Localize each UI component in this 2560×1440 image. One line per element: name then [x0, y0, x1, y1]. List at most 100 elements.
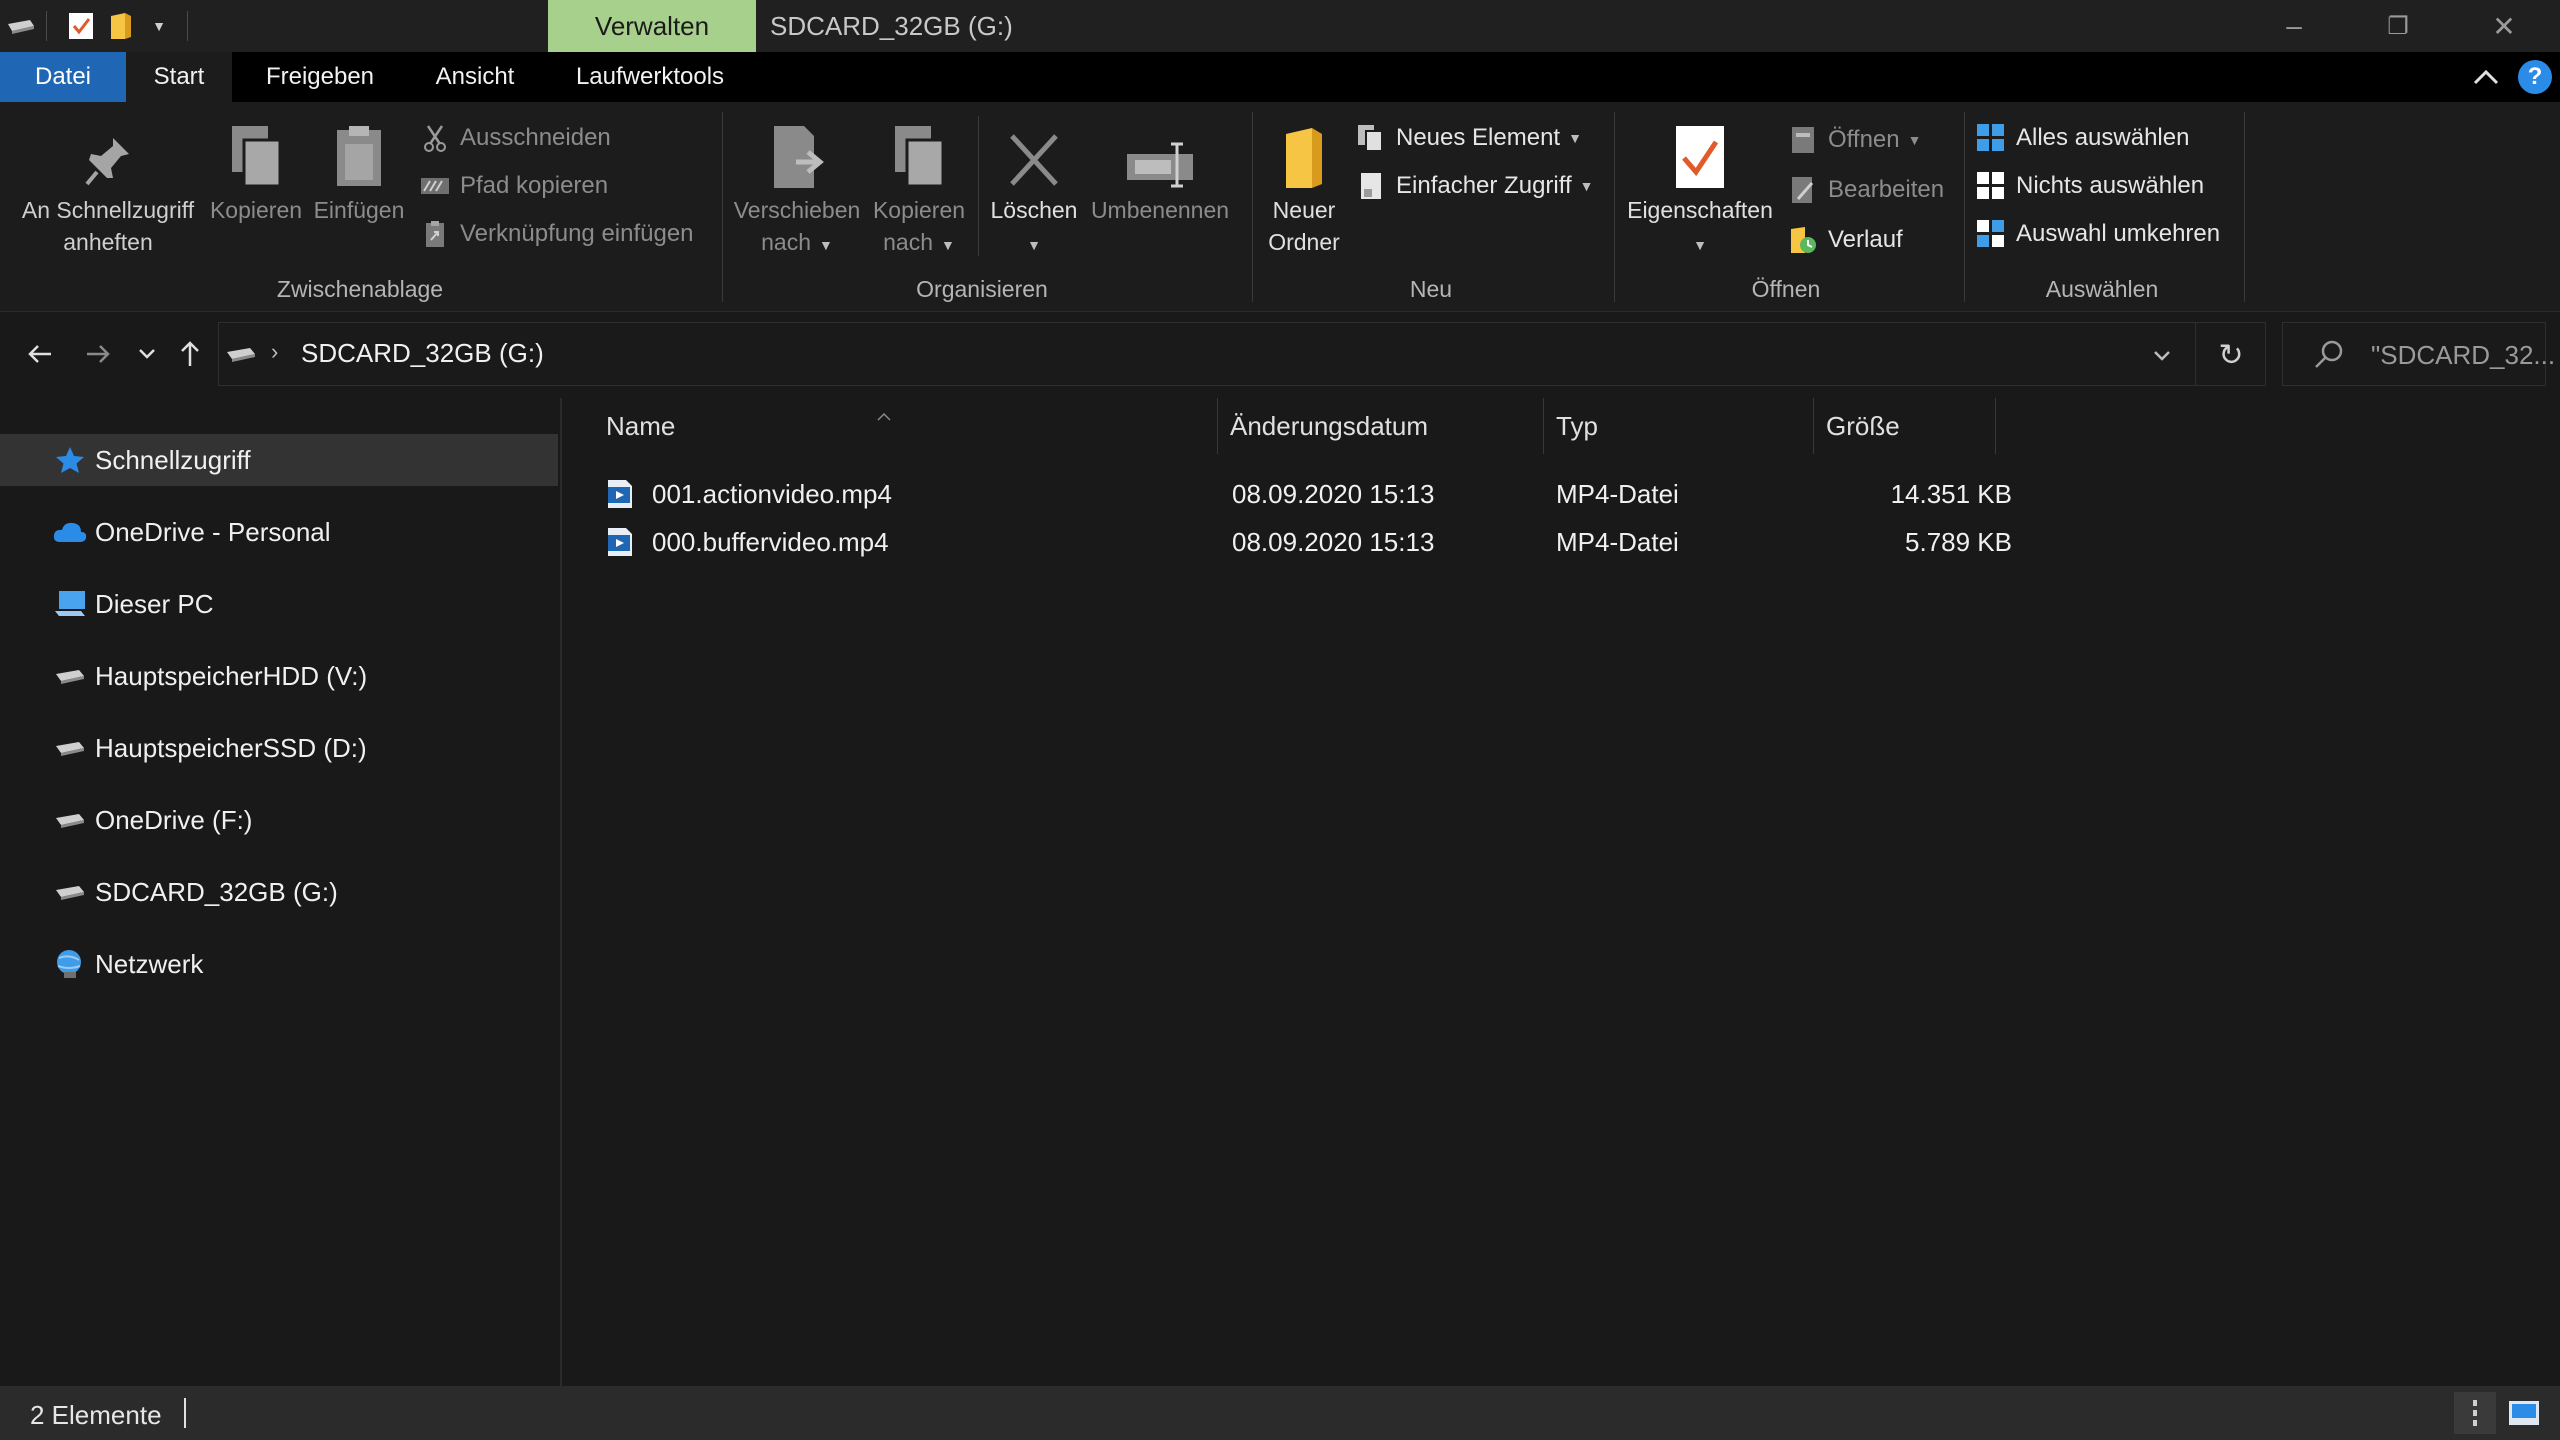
- refresh-icon[interactable]: ↻: [2213, 337, 2249, 373]
- customize-toolbar-chevron-icon[interactable]: ▼: [141, 0, 177, 52]
- column-header-type[interactable]: Typ: [1544, 398, 1814, 454]
- easy-access-button[interactable]: Einfacher Zugriff ▼: [1356, 168, 1594, 204]
- details-view-icon[interactable]: [2454, 1392, 2496, 1434]
- nav-item-onedrive-f[interactable]: OneDrive (F:): [0, 794, 558, 846]
- select-all-icon: [1976, 123, 2006, 153]
- close-button[interactable]: ✕: [2454, 0, 2554, 52]
- easy-access-dropdown-icon[interactable]: ▼: [1580, 178, 1594, 194]
- rename-button[interactable]: Umbenennen: [1086, 118, 1234, 226]
- new-folder-button[interactable]: Neuer Ordner: [1256, 118, 1352, 258]
- video-file-icon: [606, 470, 642, 518]
- nav-item-onedrive-personal[interactable]: OneDrive - Personal: [0, 506, 558, 558]
- nav-item-quick-access[interactable]: Schnellzugriff: [0, 434, 558, 486]
- minimize-button[interactable]: –: [2244, 0, 2344, 52]
- new-item-dropdown-icon[interactable]: ▼: [1568, 130, 1582, 146]
- drive-icon: [52, 658, 88, 694]
- scissors-icon: [420, 123, 450, 153]
- recent-locations-chevron-icon[interactable]: [130, 326, 164, 382]
- navigation-pane: Schnellzugriff OneDrive - Personal Diese…: [0, 398, 562, 1386]
- delete-x-icon: [984, 118, 1084, 190]
- delete-label: Löschen: [990, 197, 1078, 223]
- copy-path-button[interactable]: Pfad kopieren: [420, 168, 608, 204]
- forward-arrow-icon[interactable]: [76, 326, 120, 382]
- nav-item-hauptspeicher-hdd[interactable]: HauptspeicherHDD (V:): [0, 650, 558, 702]
- history-button[interactable]: Verlauf: [1788, 222, 1903, 258]
- tab-file[interactable]: Datei: [0, 52, 126, 102]
- help-icon[interactable]: ?: [2518, 60, 2552, 94]
- file-name[interactable]: 000.buffervideo.mp4: [652, 518, 889, 566]
- ribbon-separator: [2244, 112, 2245, 302]
- collapse-ribbon-icon[interactable]: [2466, 62, 2506, 92]
- status-bar: 2 Elemente: [0, 1386, 2560, 1440]
- new-folder-icon[interactable]: [101, 0, 141, 52]
- ribbon-separator: [722, 112, 723, 302]
- title-bar: ▼ Verwalten SDCARD_32GB (G:) – ❐ ✕: [0, 0, 2560, 52]
- tab-drive-tools[interactable]: Laufwerktools: [560, 52, 740, 102]
- move-to-icon: [730, 118, 864, 190]
- cut-button[interactable]: Ausschneiden: [420, 120, 611, 156]
- new-item-button[interactable]: Neues Element ▼: [1356, 120, 1582, 156]
- file-type: MP4-Datei: [1556, 526, 1679, 557]
- select-none-button[interactable]: Nichts auswählen: [1976, 168, 2204, 204]
- network-icon: [52, 946, 88, 982]
- nav-item-sdcard[interactable]: SDCARD_32GB (G:): [0, 866, 558, 918]
- item-count: 2 Elemente: [30, 1400, 162, 1430]
- navigation-bar: › SDCARD_32GB (G:) ↻ "SDCARD_32...: [0, 312, 2560, 398]
- copy-button[interactable]: Kopieren: [206, 118, 306, 226]
- tab-share[interactable]: Freigeben: [246, 52, 394, 102]
- drive-icon: [223, 339, 259, 369]
- paste-shortcut-button[interactable]: Verknüpfung einfügen: [420, 216, 694, 252]
- edit-icon: [1788, 175, 1818, 205]
- nav-item-hauptspeicher-ssd[interactable]: HauptspeicherSSD (D:): [0, 722, 558, 774]
- drive-icon[interactable]: [0, 0, 40, 52]
- select-all-button[interactable]: Alles auswählen: [1976, 120, 2189, 156]
- column-header-date[interactable]: Änderungsdatum: [1218, 398, 1544, 454]
- properties-icon[interactable]: [61, 0, 101, 52]
- breadcrumb-separator-icon[interactable]: ›: [271, 339, 278, 365]
- search-box[interactable]: "SDCARD_32...: [2282, 322, 2555, 386]
- ribbon: An Schnellzugriff anheften Kopieren Einf…: [0, 102, 2560, 312]
- breadcrumb[interactable]: SDCARD_32GB (G:): [301, 338, 544, 369]
- address-history-chevron-icon[interactable]: [2147, 341, 2177, 371]
- tab-manage[interactable]: Verwalten: [548, 0, 756, 52]
- large-icons-view-icon[interactable]: [2502, 1392, 2546, 1434]
- column-header-name[interactable]: Name: [604, 398, 1218, 454]
- group-label-new: Neu: [1409, 276, 1453, 302]
- rename-icon: [1086, 118, 1234, 190]
- nav-item-this-pc[interactable]: Dieser PC: [0, 578, 558, 630]
- invert-selection-button[interactable]: Auswahl umkehren: [1976, 216, 2220, 252]
- open-dropdown-icon[interactable]: ▼: [1908, 132, 1922, 148]
- paste-button[interactable]: Einfügen: [308, 118, 410, 226]
- pin-quick-access-button[interactable]: An Schnellzugriff anheften: [8, 118, 208, 258]
- properties-dropdown-icon[interactable]: ▼: [1618, 226, 1782, 261]
- properties-button[interactable]: Eigenschaften ▼: [1618, 118, 1782, 261]
- file-name[interactable]: 001.actionvideo.mp4: [652, 470, 892, 518]
- file-size: 5.789 KB: [1905, 526, 2012, 557]
- table-row[interactable]: 000.buffervideo.mp4 08.09.2020 15:13 MP4…: [604, 518, 2524, 566]
- new-folder-icon: [1256, 118, 1352, 190]
- tab-start[interactable]: Start: [126, 52, 232, 102]
- computer-icon: [52, 586, 88, 622]
- file-date: 08.09.2020 15:13: [1232, 478, 1435, 509]
- up-arrow-icon[interactable]: [170, 326, 210, 382]
- tab-view[interactable]: Ansicht: [420, 52, 530, 102]
- open-button[interactable]: Öffnen ▼: [1788, 122, 1921, 158]
- back-arrow-icon[interactable]: [18, 326, 62, 382]
- move-to-button[interactable]: Verschieben nach ▼: [730, 118, 864, 261]
- address-bar[interactable]: › SDCARD_32GB (G:) ↻: [218, 322, 2266, 386]
- delete-dropdown-icon[interactable]: ▼: [984, 226, 1084, 261]
- edit-button[interactable]: Bearbeiten: [1788, 172, 1944, 208]
- drive-icon: [52, 730, 88, 766]
- column-header-size[interactable]: Größe: [1814, 398, 1996, 454]
- drive-icon: [52, 874, 88, 910]
- paste-icon: [308, 118, 410, 190]
- paste-label: Einfügen: [313, 197, 405, 223]
- easy-access-icon: [1356, 171, 1386, 201]
- maximize-button[interactable]: ❐: [2348, 0, 2448, 52]
- nav-item-network[interactable]: Netzwerk: [0, 938, 558, 990]
- table-row[interactable]: 001.actionvideo.mp4 08.09.2020 15:13 MP4…: [604, 470, 2524, 518]
- move-to-label-line2: nach ▼: [761, 229, 833, 255]
- delete-button[interactable]: Löschen ▼: [984, 118, 1084, 261]
- copy-to-icon: [866, 118, 972, 190]
- copy-to-button[interactable]: Kopieren nach ▼: [866, 118, 972, 261]
